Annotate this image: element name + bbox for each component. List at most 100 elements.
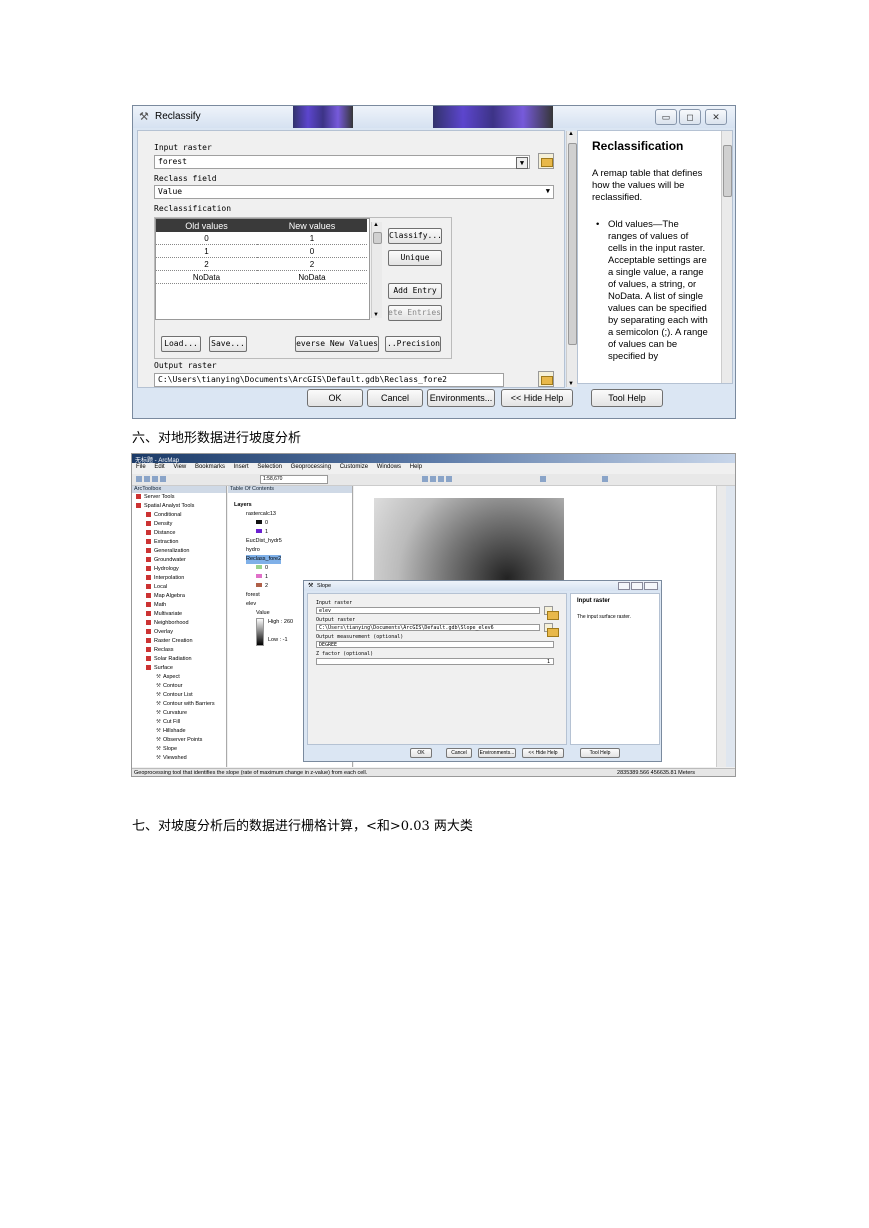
open-icon[interactable] — [144, 476, 150, 482]
old-value-cell[interactable]: 0 — [156, 232, 257, 245]
layers-group[interactable]: Layers — [234, 501, 352, 510]
scroll-down-icon[interactable]: ▼ — [568, 381, 574, 387]
toolset-item[interactable]: Interpolation — [146, 574, 226, 583]
layer-item[interactable]: rastercalc13 — [246, 510, 352, 519]
toolset-item[interactable]: Solar Radiation — [146, 655, 226, 664]
tool-item[interactable]: Contour List — [156, 691, 226, 700]
tool-item[interactable]: Contour with Barriers — [156, 700, 226, 709]
add-entry-button[interactable]: Add Entry — [388, 283, 442, 299]
table-row[interactable]: 01 — [156, 232, 367, 245]
menu-file[interactable]: File — [136, 464, 146, 470]
delete-entries-button[interactable]: Delete Entries — [388, 305, 442, 321]
folder-open-icon[interactable] — [538, 153, 554, 169]
toolset-item[interactable]: Generalization — [146, 547, 226, 556]
toolset-item[interactable]: Conditional — [146, 511, 226, 520]
cancel-button[interactable]: Cancel — [446, 748, 472, 758]
scroll-thumb[interactable] — [568, 143, 577, 345]
save-icon[interactable] — [152, 476, 158, 482]
toolset-item[interactable]: Surface — [146, 664, 226, 673]
minimize-button[interactable]: ▭ — [655, 109, 677, 125]
menu-geoprocessing[interactable]: Geoprocessing — [291, 464, 331, 470]
zoom-out-icon[interactable] — [430, 476, 436, 482]
output-raster-field[interactable]: C:\Users\tianying\Documents\ArcGIS\Defau… — [154, 373, 504, 387]
environments-button[interactable]: Environments... — [478, 748, 516, 758]
reclass-field-select[interactable]: Value ▼ — [154, 185, 554, 199]
tool-item[interactable]: Aspect — [156, 673, 226, 682]
old-value-cell[interactable]: 2 — [156, 257, 257, 271]
tool-item[interactable]: Observer Points — [156, 736, 226, 745]
layer-item[interactable]: EucDist_hydr5 — [246, 537, 352, 546]
tool-item[interactable]: Curvature — [156, 709, 226, 718]
scroll-up-icon[interactable]: ▲ — [568, 131, 574, 137]
ok-button[interactable]: OK — [307, 389, 363, 407]
new-value-cell[interactable]: 1 — [256, 232, 367, 245]
toolset-item[interactable]: Overlay — [146, 628, 226, 637]
help-scrollbar[interactable] — [721, 131, 732, 383]
save-button[interactable]: Save... — [209, 336, 247, 352]
menu-insert[interactable]: Insert — [234, 464, 249, 470]
toolset-item[interactable]: Map Algebra — [146, 592, 226, 601]
toolbox-item[interactable]: Server Tools — [136, 493, 226, 502]
toolset-item[interactable]: Groundwater — [146, 556, 226, 565]
toolset-item[interactable]: Reclass — [146, 646, 226, 655]
scroll-up-icon[interactable]: ▲ — [373, 222, 379, 228]
arctoolbox-icon[interactable] — [602, 476, 608, 482]
toolset-item[interactable]: Density — [146, 520, 226, 529]
toolset-item[interactable]: Hydrology — [146, 565, 226, 574]
folder-open-icon[interactable] — [538, 371, 554, 387]
pan-icon[interactable] — [438, 476, 444, 482]
new-value-cell[interactable]: 0 — [256, 244, 367, 258]
toolset-item[interactable]: Extraction — [146, 538, 226, 547]
folder-open-icon[interactable] — [544, 623, 559, 637]
parameters-scrollbar[interactable]: ▲ ▼ — [566, 131, 577, 387]
full-extent-icon[interactable] — [446, 476, 452, 482]
menu-edit[interactable]: Edit — [154, 464, 164, 470]
table-row[interactable]: 10 — [156, 244, 367, 258]
new-value-cell[interactable]: NoData — [256, 270, 367, 284]
table-row[interactable]: 22 — [156, 257, 367, 271]
scale-box[interactable]: 1:58,670 — [260, 475, 328, 484]
scroll-thumb[interactable] — [373, 232, 382, 244]
toolset-item[interactable]: Raster Creation — [146, 637, 226, 646]
tool-item[interactable]: Slope — [156, 745, 226, 754]
menu-selection[interactable]: Selection — [257, 464, 282, 470]
old-value-cell[interactable]: 1 — [156, 244, 257, 258]
tool-help-button[interactable]: Tool Help — [580, 748, 620, 758]
toolset-item[interactable]: Local — [146, 583, 226, 592]
load-button[interactable]: Load... — [161, 336, 201, 352]
menu-bookmarks[interactable]: Bookmarks — [195, 464, 225, 470]
tool-item[interactable]: Viewshed — [156, 754, 226, 763]
tool-help-button[interactable]: Tool Help — [591, 389, 663, 407]
layer-item-selected[interactable]: Reclass_fore2 — [246, 555, 282, 564]
layer-item[interactable]: hydro — [246, 546, 352, 555]
close-button[interactable] — [644, 582, 658, 590]
toolbox-item[interactable]: Spatial Analyst Tools — [136, 502, 226, 511]
input-raster-field[interactable]: forest ▼ — [154, 155, 530, 169]
minimize-button[interactable] — [618, 582, 630, 590]
close-button[interactable]: ✕ — [705, 109, 727, 125]
cancel-button[interactable]: Cancel — [367, 389, 423, 407]
classify-button[interactable]: Classify... — [388, 228, 442, 244]
menu-view[interactable]: View — [173, 464, 186, 470]
remap-table[interactable]: Old values New values 01 10 22 NoData NoD… — [155, 218, 370, 320]
hide-help-button[interactable]: << Hide Help — [522, 748, 564, 758]
zfactor-field[interactable]: 1 — [316, 658, 554, 665]
toolset-item[interactable]: Multivariate — [146, 610, 226, 619]
tool-item[interactable]: Contour — [156, 682, 226, 691]
precision-button[interactable]: Precision... — [385, 336, 441, 352]
scroll-thumb[interactable] — [723, 145, 732, 197]
measurement-select[interactable]: DEGREE — [316, 641, 554, 648]
zoom-in-icon[interactable] — [422, 476, 428, 482]
menu-help[interactable]: Help — [410, 464, 422, 470]
chevron-down-icon[interactable]: ▼ — [516, 157, 528, 169]
unique-button[interactable]: Unique — [388, 250, 442, 266]
tool-item[interactable]: Hillshade — [156, 727, 226, 736]
ok-button[interactable]: OK — [410, 748, 432, 758]
menu-windows[interactable]: Windows — [377, 464, 401, 470]
toolset-item[interactable]: Neighborhood — [146, 619, 226, 628]
maximize-button[interactable] — [631, 582, 643, 590]
print-icon[interactable] — [160, 476, 166, 482]
scroll-down-icon[interactable]: ▼ — [373, 312, 379, 318]
old-value-cell[interactable]: NoData — [156, 270, 257, 284]
toolset-item[interactable]: Math — [146, 601, 226, 610]
